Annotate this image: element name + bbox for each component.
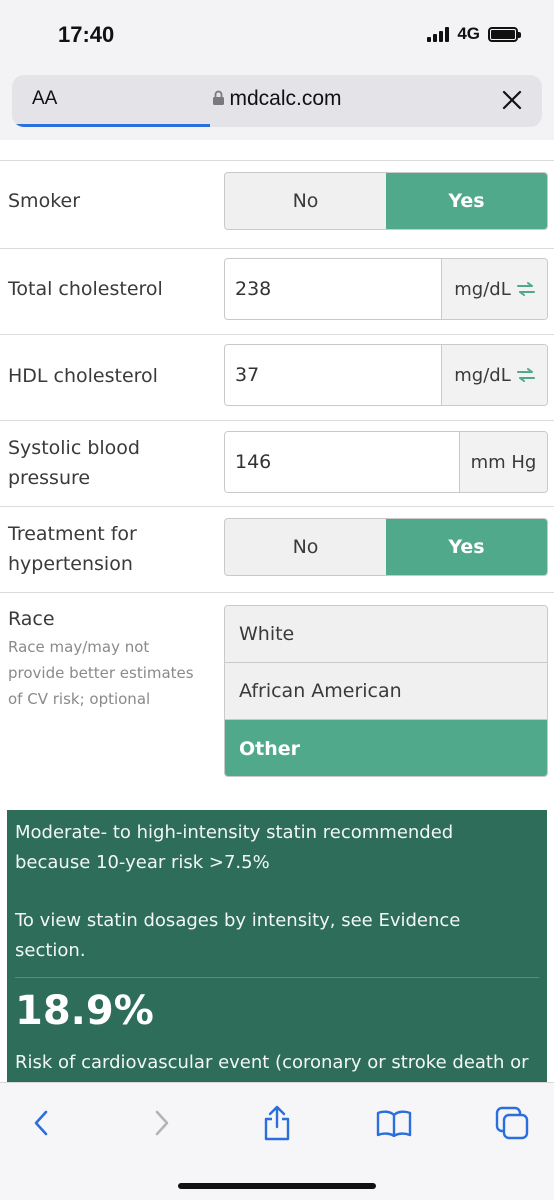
hypertension-yes-button[interactable]: Yes	[386, 519, 547, 575]
hypertension-label: Treatment for hypertension	[8, 519, 137, 579]
total-cholesterol-unit-toggle[interactable]: mg/dL	[441, 259, 547, 319]
systolic-bp-label-line2: pressure	[8, 467, 91, 489]
hdl-cholesterol-field: 37 mg/dL	[224, 344, 548, 406]
systolic-bp-label: Systolic blood pressure	[8, 433, 140, 493]
browser-chrome: 17:40 4G AA mdcalc.com	[0, 0, 554, 140]
evidence-line1: To view statin dosages by intensity, see…	[15, 910, 461, 931]
evidence-line2: section.	[15, 940, 86, 961]
url-text: mdcalc.com	[229, 87, 342, 110]
race-label: Race	[8, 608, 55, 630]
page-load-progress	[12, 124, 210, 127]
smoker-no-button[interactable]: No	[225, 173, 386, 229]
battery-icon	[488, 26, 521, 42]
status-time: 17:40	[58, 22, 115, 47]
systolic-bp-unit: mm Hg	[459, 432, 547, 492]
status-indicators: 4G	[427, 24, 521, 44]
total-cholesterol-field: 238 mg/dL	[224, 258, 548, 320]
browser-toolbar	[0, 1082, 554, 1200]
result-panel: Moderate- to high-intensity statin recom…	[7, 810, 547, 1082]
hypertension-label-line1: Treatment for	[8, 523, 137, 545]
risk-value: 18.9%	[15, 988, 154, 1034]
home-indicator[interactable]	[178, 1183, 376, 1189]
share-icon[interactable]	[255, 1101, 299, 1145]
calculator-form: Smoker No Yes Total cholesterol 238 mg/d…	[0, 140, 554, 1082]
race-option-african-american[interactable]: African American	[225, 663, 547, 720]
hdl-cholesterol-row: HDL cholesterol 37 mg/dL	[0, 334, 554, 420]
address-bar[interactable]: AA mdcalc.com	[12, 75, 542, 127]
tabs-icon[interactable]	[490, 1101, 534, 1145]
smoker-yes-button[interactable]: Yes	[386, 173, 547, 229]
smoker-label: Smoker	[8, 190, 81, 212]
systolic-bp-input[interactable]: 146	[225, 432, 459, 492]
lock-icon	[212, 88, 225, 112]
hypertension-toggle: No Yes	[224, 518, 548, 576]
hdl-cholesterol-label: HDL cholesterol	[8, 365, 158, 387]
systolic-bp-field: 146 mm Hg	[224, 431, 548, 493]
hypertension-no-button[interactable]: No	[225, 519, 386, 575]
race-options: White African American Other	[224, 605, 548, 777]
swap-units-icon	[516, 368, 535, 382]
signal-icon	[427, 26, 450, 42]
recommendation-line2: because 10-year risk >7.5%	[15, 852, 270, 873]
race-note-line3: of CV risk; optional	[8, 690, 151, 708]
status-bar: 17:40 4G	[0, 0, 554, 70]
unit-label: mm Hg	[470, 451, 537, 473]
race-option-white[interactable]: White	[225, 606, 547, 663]
smoker-toggle: No Yes	[224, 172, 548, 230]
hdl-cholesterol-input[interactable]: 37	[225, 345, 441, 405]
forward-icon[interactable]	[140, 1101, 184, 1145]
hypertension-label-line2: hypertension	[8, 553, 133, 575]
race-note-line2: provide better estimates	[8, 664, 194, 682]
race-row: Race Race may/may not provide better est…	[0, 592, 554, 788]
network-label: 4G	[457, 24, 480, 43]
hdl-cholesterol-unit-toggle[interactable]: mg/dL	[441, 345, 547, 405]
race-label-block: Race Race may/may not provide better est…	[8, 604, 194, 712]
close-icon[interactable]	[496, 84, 528, 116]
evidence-text: To view statin dosages by intensity, see…	[15, 906, 460, 966]
unit-label: mg/dL	[454, 278, 511, 300]
systolic-bp-label-line1: Systolic blood	[8, 437, 140, 459]
hypertension-row: Treatment for hypertension No Yes	[0, 506, 554, 592]
race-note-line1: Race may/may not	[8, 638, 150, 656]
race-option-other[interactable]: Other	[225, 720, 547, 776]
systolic-bp-row: Systolic blood pressure 146 mm Hg	[0, 420, 554, 506]
recommendation-line1: Moderate- to high-intensity statin recom…	[15, 822, 454, 843]
unit-label: mg/dL	[454, 364, 511, 386]
total-cholesterol-label: Total cholesterol	[8, 278, 163, 300]
url-display[interactable]: mdcalc.com	[12, 87, 542, 112]
recommendation-text: Moderate- to high-intensity statin recom…	[15, 818, 453, 878]
total-cholesterol-row: Total cholesterol 238 mg/dL	[0, 248, 554, 334]
swap-units-icon	[516, 282, 535, 296]
back-icon[interactable]	[19, 1101, 63, 1145]
result-divider	[15, 977, 539, 978]
total-cholesterol-input[interactable]: 238	[225, 259, 441, 319]
smoker-row: Smoker No Yes	[0, 160, 554, 248]
risk-description: Risk of cardiovascular event (coronary o…	[15, 1052, 529, 1073]
bookmarks-icon[interactable]	[372, 1101, 416, 1145]
